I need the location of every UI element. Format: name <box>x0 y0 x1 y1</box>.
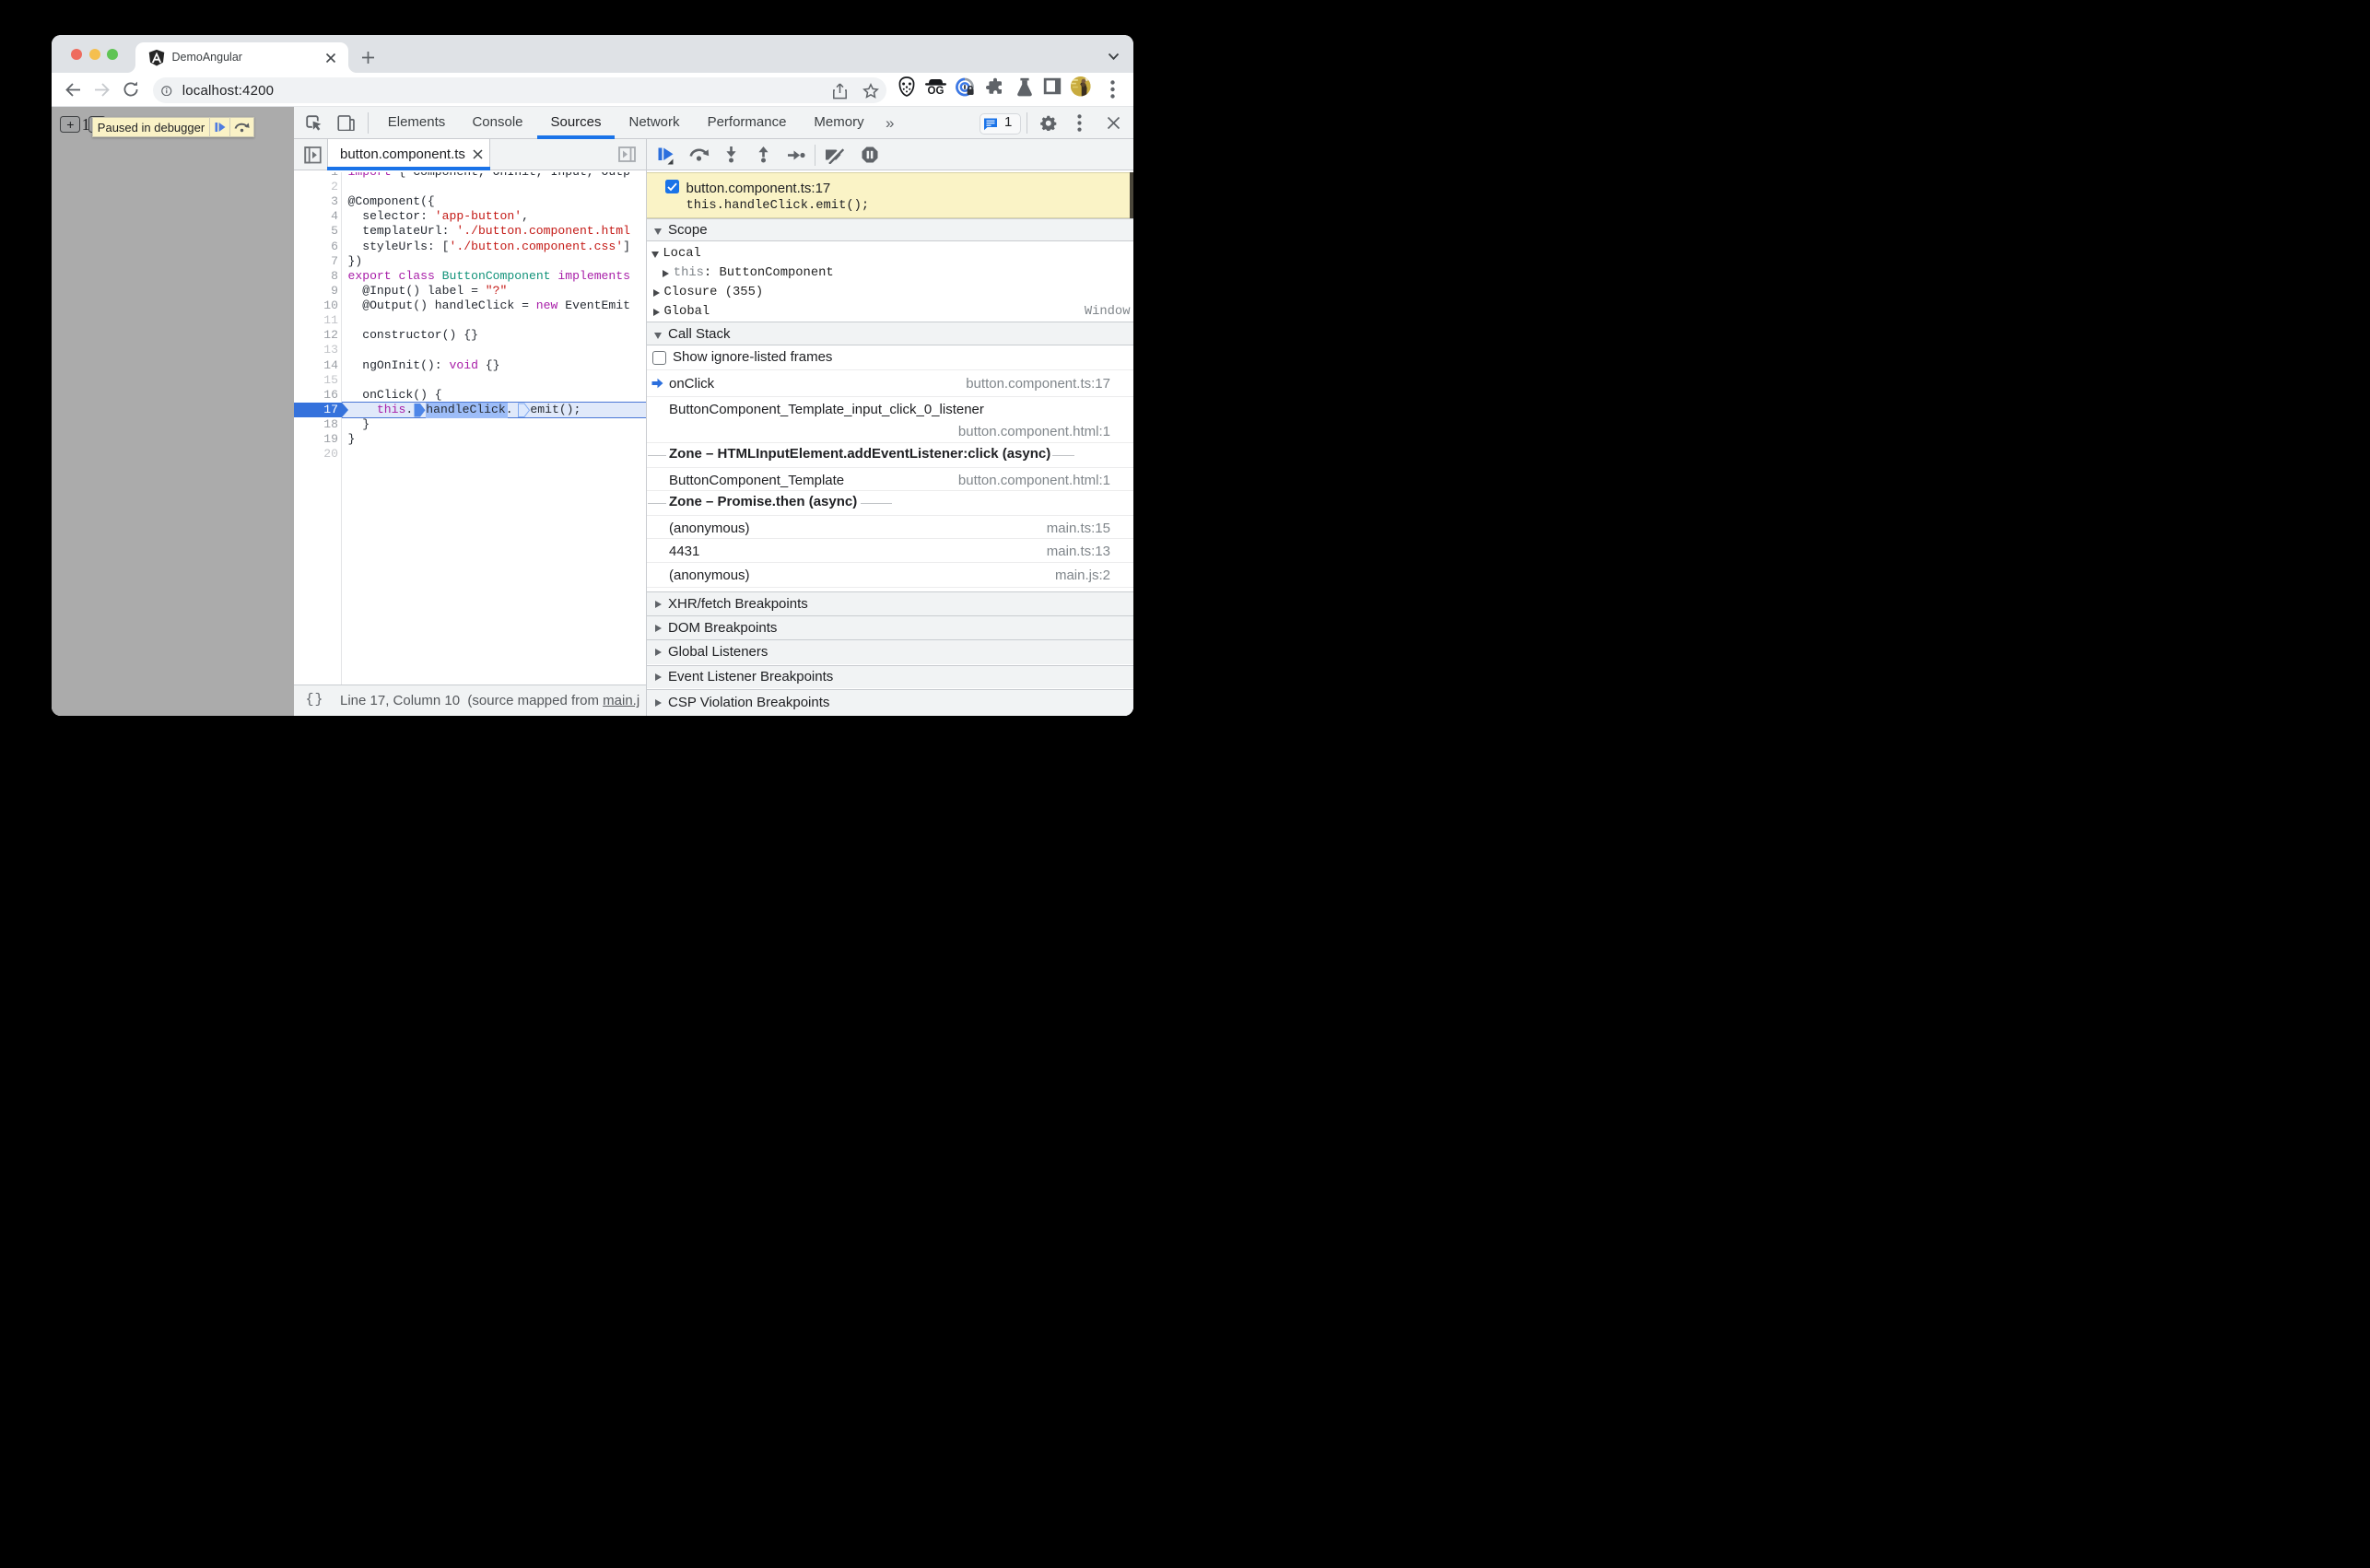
svg-text:OG: OG <box>927 86 944 96</box>
